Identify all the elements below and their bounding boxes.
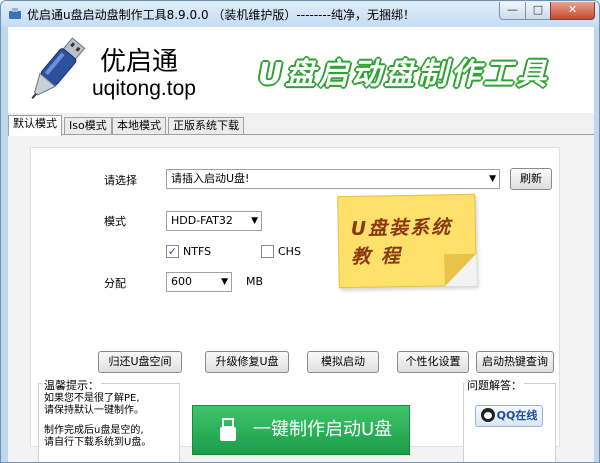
page-fold-icon [444,253,477,287]
tip-line4: 请自行下载系统到U盘。 [44,437,152,448]
help-title: 问题解答： [465,377,524,393]
window-title: 优启通u盘启动盘制作工具8.9.0.0 （装机维护版）--------纯净，无捆… [27,8,416,22]
tips-title: 温馨提示： [42,377,101,393]
qq-online-button[interactable]: QQ在线 [475,405,543,427]
app-window: 优启通u盘启动盘制作工具8.9.0.0 （装机维护版）--------纯净，无捆… [0,0,600,463]
mode-select-value: HDD-FAT32 [171,214,233,227]
alloc-unit: MB [246,275,264,288]
tip-line3: 制作完成后u盘是空的, [44,425,144,436]
app-icon [9,8,21,19]
tip-line1: 如果您不是很了解PE, [44,393,140,404]
usb-pen-logo-icon [31,37,86,99]
tab-panel: 请选择 请插入启动U盘! ▼ 刷新 模式 HDD-FAT32 ▼ ✓ NTFS … [8,134,594,462]
brand-url: uqitong.top [92,77,196,100]
device-select[interactable]: 请插入启动U盘! ▼ [166,169,500,189]
chevron-down-icon: ▼ [251,216,258,226]
qq-online-label: QQ在线 [496,409,538,422]
title-bar[interactable]: 优启通u盘启动盘制作工具8.9.0.0 （装机维护版）--------纯净，无捆… [1,1,599,27]
mode-label: 模式 [104,215,126,228]
chs-checkbox[interactable] [261,245,274,258]
close-button[interactable]: ✕ [550,2,595,20]
select-label: 请选择 [104,174,137,187]
header-slogan: U盘启动盘制作工具 [258,57,550,92]
minimize-button[interactable]: — [499,2,526,20]
ntfs-checkbox[interactable]: ✓ [166,245,179,258]
usb-drive-icon [220,418,236,441]
boot-hotkey-query-button[interactable]: 启动热键查询 [476,351,554,373]
qq-penguin-icon [480,408,495,422]
chevron-down-icon: ▼ [221,277,228,287]
usb-install-tutorial-note[interactable]: U盘装系统 教 程 [337,193,477,289]
tab-genuine-download[interactable]: 正版系统下载 [168,117,244,135]
chevron-down-icon: ▼ [489,174,496,184]
refresh-button[interactable]: 刷新 [510,168,552,190]
alloc-label: 分配 [104,277,126,290]
one-click-make-label: 一键制作启动U盘 [253,419,393,440]
brand-name: 优启通 [100,47,179,77]
personalize-button[interactable]: 个性化设置 [397,351,469,373]
tip-line2: 请保持默认一键制作。 [44,405,144,416]
alloc-size-select[interactable]: 600 ▼ [166,272,232,292]
main-content: 优启通 uqitong.top U盘启动盘制作工具 默认模式 Iso模式 本地模… [8,27,594,462]
mode-select[interactable]: HDD-FAT32 ▼ [166,211,262,231]
restore-usb-space-button[interactable]: 归还U盘空间 [98,351,182,373]
chs-label: CHS [278,245,301,258]
tutorial-line1: U盘装系统 [350,216,453,240]
ntfs-label: NTFS [183,245,212,258]
simulate-boot-button[interactable]: 模拟启动 [307,351,379,373]
alloc-size-value: 600 [171,275,192,288]
tab-default-mode[interactable]: 默认模式 [8,115,62,136]
tab-iso-mode[interactable]: Iso模式 [64,117,112,135]
upgrade-repair-usb-button[interactable]: 升级修复U盘 [205,351,289,373]
tab-local-mode[interactable]: 本地模式 [112,117,166,135]
maximize-button[interactable]: □ [525,2,551,20]
header-banner: 优启通 uqitong.top U盘启动盘制作工具 [8,27,594,113]
one-click-make-boot-usb-button[interactable]: 一键制作启动U盘 [192,405,410,455]
device-select-value: 请插入启动U盘! [171,172,250,185]
